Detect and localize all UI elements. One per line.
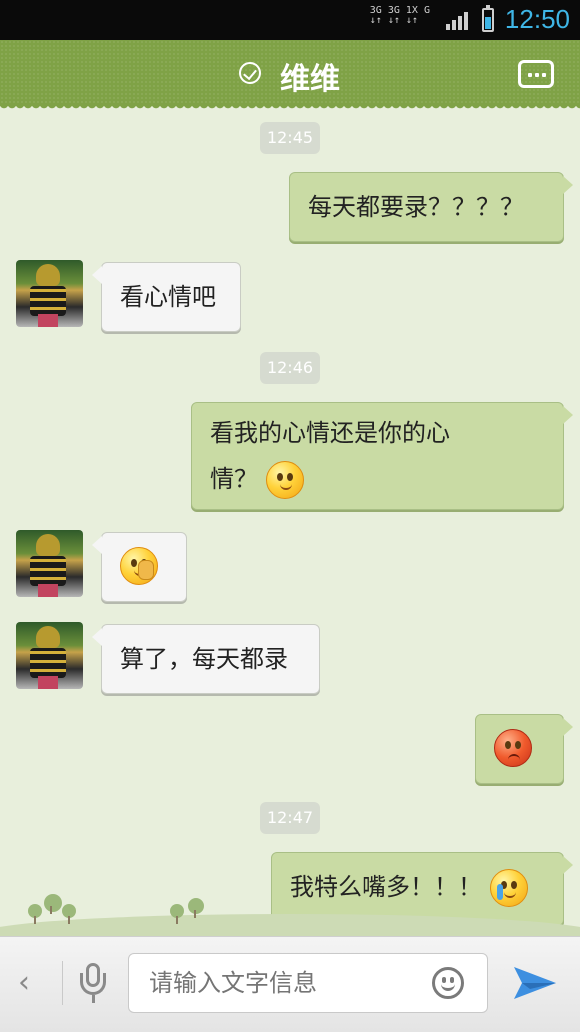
send-icon[interactable] — [512, 963, 558, 1003]
incoming-message[interactable] — [101, 532, 187, 602]
timestamp: 12:46 — [260, 352, 320, 384]
timestamp: 12:47 — [260, 802, 320, 834]
network-indicator: 3G 3G 1X G ↓↑ ↓↑ ↓↑ — [370, 6, 430, 26]
message-text: 算了，每天都录 — [120, 645, 288, 673]
avatar[interactable] — [16, 260, 83, 327]
incoming-message[interactable]: 看心情吧 — [101, 262, 241, 332]
incoming-message[interactable]: 算了，每天都录 — [101, 624, 320, 694]
background-landscape — [0, 890, 580, 954]
input-bar: ‹ — [0, 936, 580, 1032]
message-text: 看心情吧 — [120, 283, 216, 311]
message-text-line1: 看我的心情还是你的心 — [210, 419, 450, 447]
chat-header: 维维 — [0, 40, 580, 112]
chat-menu-icon[interactable] — [518, 60, 554, 88]
outgoing-message[interactable]: 每天都要录？？？？ — [289, 172, 564, 242]
status-time: 12:50 — [504, 4, 570, 34]
timestamp: 12:45 — [260, 122, 320, 154]
status-bar: 3G 3G 1X G ↓↑ ↓↑ ↓↑ 12:50 — [0, 0, 580, 40]
bubble-tail — [563, 406, 573, 424]
bubble-tail — [92, 266, 102, 284]
outgoing-message[interactable] — [475, 714, 564, 784]
signal-icon — [446, 12, 468, 30]
microphone-icon[interactable] — [78, 963, 108, 1005]
avatar[interactable] — [16, 530, 83, 597]
chat-area[interactable]: 12:45 每天都要录？？？？ 看心情吧 12:46 看我的心情还是你的心 情？… — [0, 106, 580, 936]
bubble-tail — [563, 718, 573, 736]
message-text-line2: 情？ — [210, 465, 258, 493]
network-activity: ↓↑ ↓↑ ↓↑ — [369, 15, 418, 26]
bubble-tail — [563, 176, 573, 194]
chevron-left-icon[interactable]: ‹ — [18, 965, 30, 1000]
contact-name: 维维 — [280, 62, 340, 97]
outgoing-message[interactable]: 看我的心情还是你的心 情？ — [191, 402, 564, 510]
angry-emoji-icon — [494, 729, 532, 767]
battery-icon — [482, 5, 494, 32]
bubble-tail — [92, 628, 102, 646]
avatar[interactable] — [16, 622, 83, 689]
message-text: 每天都要录？？？？ — [308, 193, 524, 221]
divider — [62, 961, 63, 1005]
sweat-emoji-icon — [265, 461, 304, 499]
check-circle-icon — [239, 62, 261, 84]
facepalm-emoji-icon — [120, 547, 158, 585]
bubble-tail — [563, 856, 573, 874]
smiley-icon[interactable] — [432, 967, 464, 999]
bubble-tail — [92, 536, 102, 554]
